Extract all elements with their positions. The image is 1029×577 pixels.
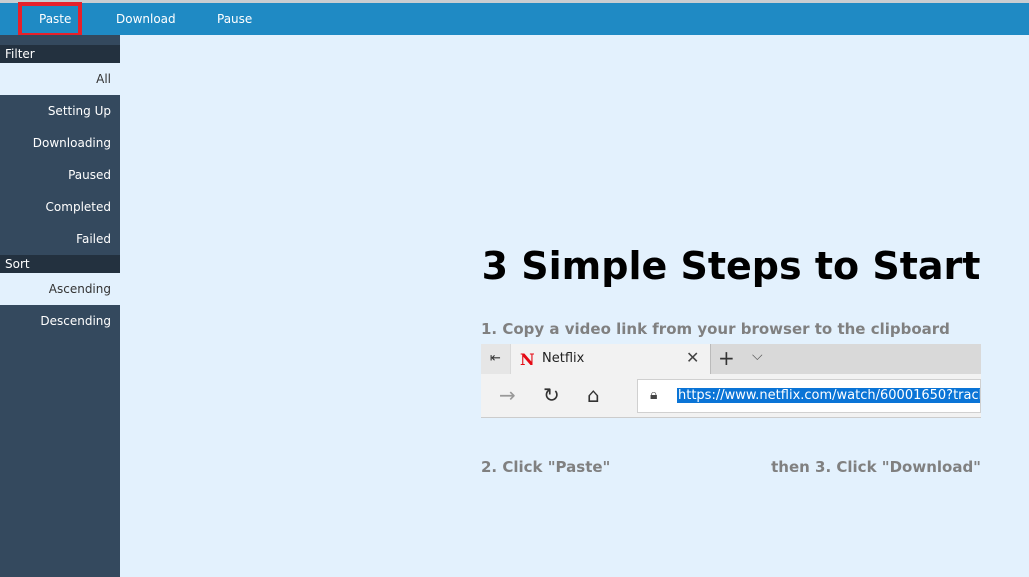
filter-all[interactable]: All bbox=[0, 63, 120, 95]
filter-downloading[interactable]: Downloading bbox=[0, 127, 120, 159]
browser-tab: N Netflix ✕ bbox=[511, 344, 711, 374]
new-tab-icon: + bbox=[718, 346, 735, 370]
chevron-down-icon: ⌵ bbox=[752, 348, 763, 364]
url-text: https://www.netflix.com/watch/60001650?t… bbox=[677, 388, 980, 403]
sidebar: Filter All Setting Up Downloading Paused… bbox=[0, 35, 120, 577]
filter-failed[interactable]: Failed bbox=[0, 223, 120, 255]
step-3-text: then 3. Click "Download" bbox=[771, 458, 981, 476]
netflix-logo-icon: N bbox=[520, 350, 535, 369]
browser-tab-bar: ⇤ N Netflix ✕ + ⌵ bbox=[481, 344, 981, 374]
filter-paused[interactable]: Paused bbox=[0, 159, 120, 191]
sort-section-header: Sort bbox=[0, 255, 120, 273]
browser-nav-bar: → ↻ ⌂ 🔒︎ https://www.netflix.com/watch/6… bbox=[481, 374, 981, 418]
step-1-text: 1. Copy a video link from your browser t… bbox=[481, 320, 950, 338]
toolbar: Paste Download Pause bbox=[0, 3, 1029, 35]
tab-title: Netflix bbox=[542, 351, 585, 366]
pause-button[interactable]: Pause bbox=[217, 3, 252, 35]
filter-setting-up[interactable]: Setting Up bbox=[0, 95, 120, 127]
forward-icon: → bbox=[499, 383, 516, 407]
close-icon: ✕ bbox=[686, 348, 700, 367]
sort-ascending[interactable]: Ascending bbox=[0, 273, 120, 305]
tab-aside-icon: ⇤ bbox=[481, 344, 510, 374]
lock-icon: 🔒︎ bbox=[650, 387, 658, 403]
step-2-text: 2. Click "Paste" bbox=[481, 458, 611, 476]
browser-illustration: ⇤ N Netflix ✕ + ⌵ → ↻ ⌂ 🔒︎ https://www.n… bbox=[481, 344, 981, 419]
address-bar: 🔒︎ https://www.netflix.com/watch/6000165… bbox=[637, 379, 981, 413]
sort-descending[interactable]: Descending bbox=[0, 305, 120, 337]
download-button[interactable]: Download bbox=[116, 3, 176, 35]
paste-highlight-box bbox=[18, 2, 82, 37]
refresh-icon: ↻ bbox=[543, 383, 560, 407]
home-icon: ⌂ bbox=[587, 383, 600, 407]
filter-section-header: Filter bbox=[0, 45, 120, 63]
page-title: 3 Simple Steps to Start bbox=[481, 244, 981, 288]
filter-completed[interactable]: Completed bbox=[0, 191, 120, 223]
